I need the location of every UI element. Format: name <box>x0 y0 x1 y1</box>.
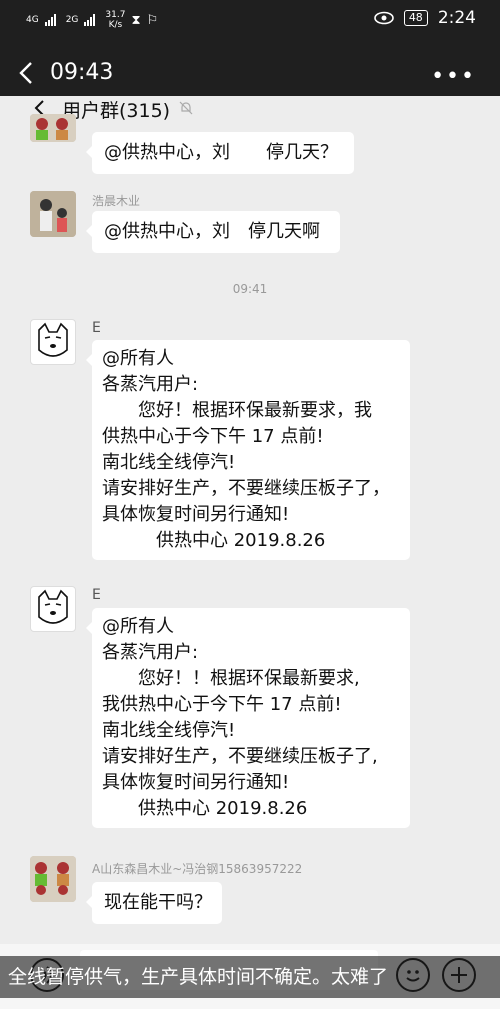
message-line: 请安排好生产，不要继续压板子了， <box>102 478 390 499</box>
message-line: 南北线全线停汽! <box>102 452 236 473</box>
message-line: @所有人 <box>102 348 174 369</box>
time-divider: 09:41 <box>232 282 268 296</box>
chat-title: 用户群(315) <box>62 100 171 122</box>
eye-icon <box>374 11 394 25</box>
message-line: @所有人 <box>102 616 174 637</box>
announcement-bubble: @所有人 各蒸汽用户: 您好！！根据环保最新要求, 我供热中心于今下午 17 点… <box>86 608 410 828</box>
message-line: 供热中心于今下午 17 点前! <box>102 426 324 447</box>
sender-name: E <box>92 320 101 336</box>
mute-bell-icon <box>179 101 193 115</box>
outer-header: 09:43 ••• <box>0 42 500 104</box>
message-line: @供热中心，刘 停几天啊 <box>104 221 320 242</box>
message-line: @供热中心，刘 停几天？ <box>104 142 338 163</box>
announcement-bubble: @所有人 各蒸汽用户: 您好！根据环保最新要求，我 供热中心于今下午 17 点前… <box>86 340 410 560</box>
message-line: 供热中心 2019.8.26 <box>102 530 326 551</box>
back-arrow-icon[interactable] <box>12 58 42 88</box>
network-2g-label: 2G <box>65 15 79 25</box>
avatar[interactable] <box>30 856 76 902</box>
message-bubble: 现在能干吗？ <box>86 882 222 924</box>
sender-name: 浩晨木业 <box>92 194 141 208</box>
network-4g-label: 4G <box>26 15 39 25</box>
speed-unit: K/s <box>108 20 123 30</box>
hourglass-icon: ⧗ <box>131 12 141 28</box>
avatar[interactable] <box>30 191 76 237</box>
network-speed: 31.7 K/s <box>105 10 125 30</box>
more-options-icon[interactable]: ••• <box>431 64 476 89</box>
speed-value: 31.7 <box>105 10 126 20</box>
message-bubble: @供热中心，刘 停几天啊 <box>86 211 340 253</box>
message-line: 具体恢复时间另行通知! <box>102 504 290 525</box>
message-line: 各蒸汽用户: <box>102 374 199 395</box>
message-line: 您好！根据环保最新要求，我 <box>102 400 372 421</box>
avatar[interactable] <box>30 586 76 632</box>
dolls-avatar-image <box>30 856 76 902</box>
message-line: 您好！！根据环保最新要求, <box>102 668 360 689</box>
message-line: 各蒸汽用户: <box>102 642 199 663</box>
message-line: 供热中心 2019.8.26 <box>102 798 308 819</box>
status-right: 48 2:24 <box>374 8 476 28</box>
overlay-caption: 全线暂停供气，生产具体时间不确定。太难了 <box>0 956 500 998</box>
outer-title: 09:43 <box>50 60 114 85</box>
message-line: 具体恢复时间另行通知! <box>102 772 290 793</box>
sender-name: A山东森昌木业~冯治钢15863957222 <box>92 862 303 876</box>
status-left: 4G 2G 31.7 K/s ⧗ ⚐ <box>26 10 158 30</box>
person-avatar-image <box>30 191 76 237</box>
avatar[interactable] <box>30 114 76 142</box>
sender-name: E <box>92 587 101 603</box>
message-line: 南北线全线停汽! <box>102 720 236 741</box>
signal-icon-2 <box>84 14 96 26</box>
dog-avatar-image <box>38 322 68 357</box>
message-line: 现在能干吗？ <box>104 892 212 913</box>
dolls-avatar-image <box>30 114 76 142</box>
message-line: 我供热中心于今下午 17 点前! <box>102 694 342 715</box>
status-clock: 2:24 <box>437 8 476 28</box>
status-bar: 4G 2G 31.7 K/s ⧗ ⚐ 48 2:24 <box>0 0 500 42</box>
message-bubble: @供热中心，刘 停几天？ <box>86 132 354 174</box>
dog-avatar-image <box>38 589 68 624</box>
signal-icon <box>44 14 56 26</box>
app-notification-icon: ⚐ <box>146 12 159 28</box>
chat-screenshot: 用户群(315) @供热中心，刘 停几天？ 浩晨木业 @供热中心，刘 停几天啊 … <box>0 96 500 1009</box>
avatar[interactable] <box>30 319 76 365</box>
battery-indicator: 48 <box>403 10 428 26</box>
message-line: 请安排好生产，不要继续压板子了, <box>102 746 378 767</box>
